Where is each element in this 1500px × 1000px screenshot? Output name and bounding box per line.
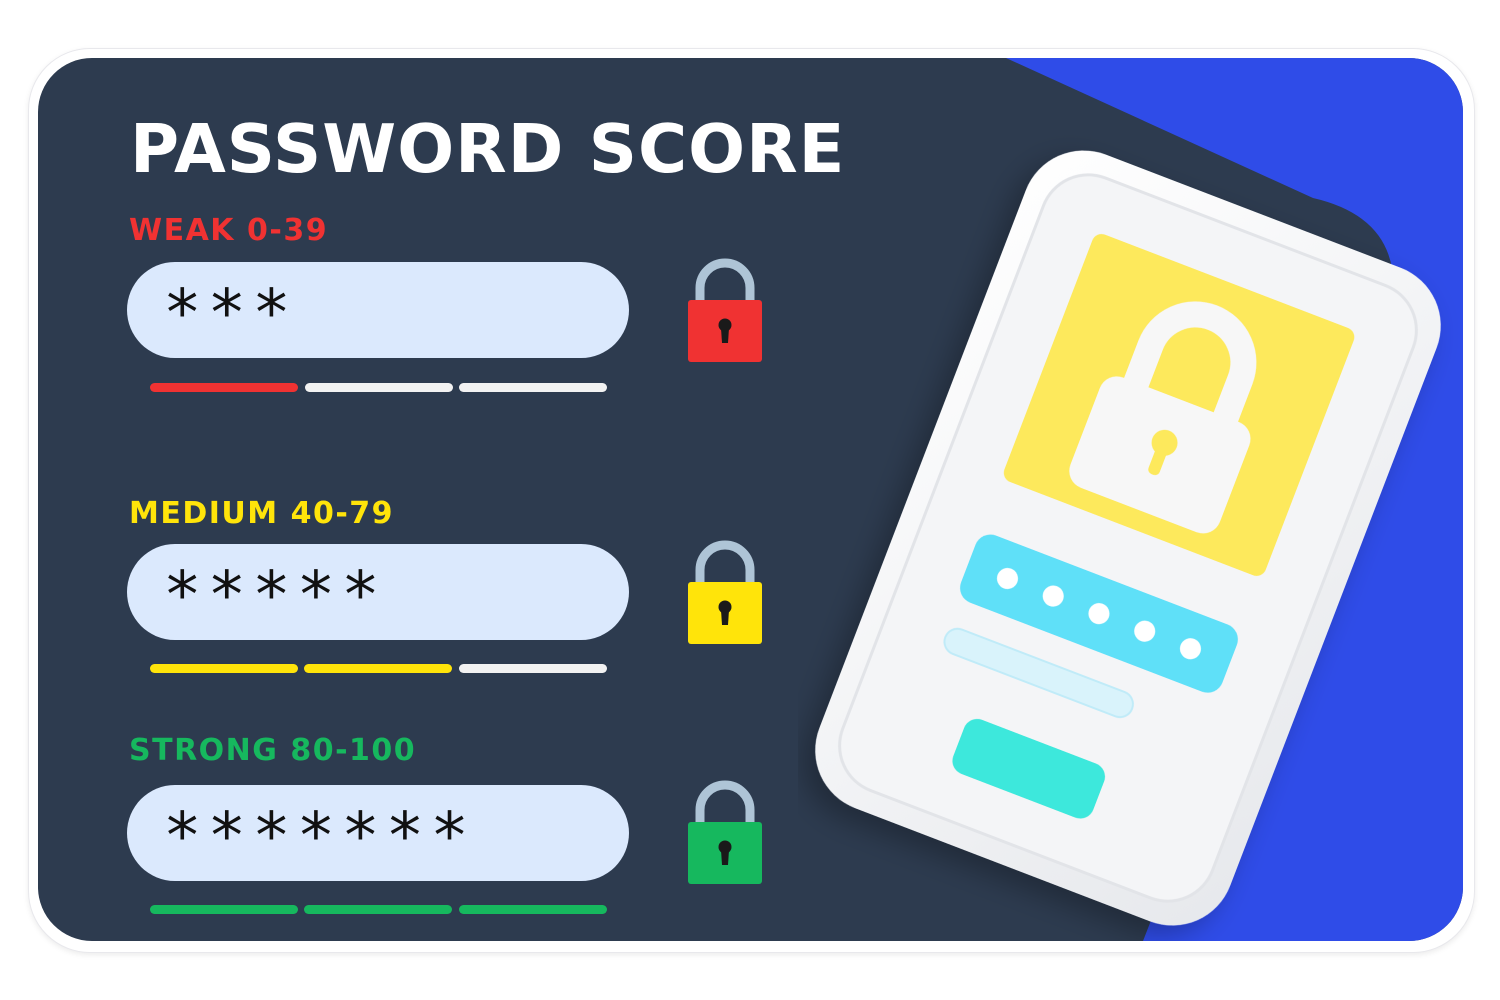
strong-strength-meter xyxy=(150,905,610,915)
weak-password-mask: *** xyxy=(163,277,297,351)
medium-meter-segment-2 xyxy=(304,664,452,673)
red-padlock-icon xyxy=(688,258,762,362)
strong-password-field[interactable]: ******* xyxy=(127,785,629,881)
strong-level-label: STRONG 80-100 xyxy=(129,733,417,768)
medium-level-label: MEDIUM 40-79 xyxy=(129,496,395,531)
weak-meter-segment-3 xyxy=(459,383,607,392)
medium-password-field[interactable]: ***** xyxy=(127,544,629,640)
medium-meter-segment-3 xyxy=(459,664,607,673)
medium-meter-segment-1 xyxy=(150,664,298,673)
medium-password-mask: ***** xyxy=(163,559,386,633)
page-title: PASSWORD SCORE xyxy=(130,110,846,188)
weak-strength-meter xyxy=(150,383,610,393)
weak-meter-segment-1 xyxy=(150,383,298,392)
strong-meter-segment-1 xyxy=(150,905,298,914)
green-padlock-icon xyxy=(688,780,762,884)
password-score-panel: PASSWORD SCORE WEAK 0-39 *** MEDIUM 40-7… xyxy=(38,58,1463,941)
strong-meter-segment-3 xyxy=(459,905,607,914)
phone-lock-screen-icon xyxy=(815,150,1441,926)
weak-meter-segment-2 xyxy=(305,383,453,392)
weak-password-field[interactable]: *** xyxy=(127,262,629,358)
weak-level-label: WEAK 0-39 xyxy=(129,213,329,248)
strong-meter-segment-2 xyxy=(304,905,452,914)
medium-strength-meter xyxy=(150,664,610,674)
strong-password-mask: ******* xyxy=(163,800,475,874)
yellow-padlock-icon xyxy=(688,540,762,644)
